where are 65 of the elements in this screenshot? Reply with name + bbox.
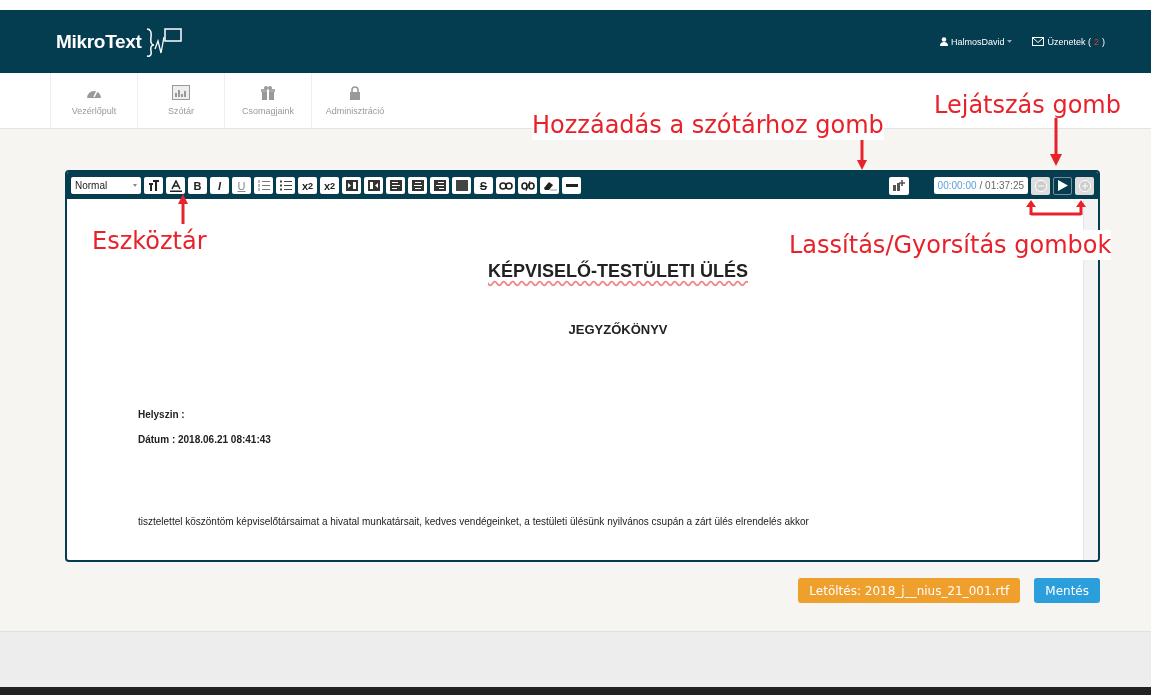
ol-button[interactable] [254, 177, 273, 194]
indent-button[interactable] [364, 177, 383, 194]
ul-icon [279, 180, 292, 191]
link-button[interactable] [496, 177, 515, 194]
right-icon [433, 180, 446, 191]
center-button[interactable] [408, 177, 427, 194]
caret-icon [133, 184, 137, 187]
chart-icon [172, 85, 190, 100]
gift-icon [261, 85, 275, 100]
document-field: Dátum : 2018.06.21 08:41:43 [138, 434, 1098, 445]
style-dropdown[interactable]: Normal [71, 177, 141, 194]
unlink-icon [520, 180, 535, 191]
fontsize-button[interactable] [144, 177, 163, 194]
eraser-icon [542, 180, 557, 191]
user-icon [939, 37, 948, 46]
play-button[interactable] [1053, 176, 1072, 195]
format-button[interactable]: B [188, 177, 207, 194]
outdent-button[interactable] [342, 177, 361, 194]
document-paragraph: tisztelettel köszöntöm képviselőtársaimat a hivatal munkatársait, kedves vendégeinket, a testületi ülésünk nyilvános csupán a zárt ülés elrendelés akkor [138, 516, 810, 527]
messages-link-end[interactable]: ) [1102, 36, 1105, 47]
callout-label: Eszköztár [92, 226, 207, 256]
callout-label: Lejátszás gomb [934, 90, 1121, 120]
textcolor-icon [169, 179, 182, 192]
caret-icon[interactable] [1007, 40, 1013, 43]
arrow-icon [1050, 118, 1062, 166]
unlink-button[interactable] [518, 177, 537, 194]
user-menu[interactable]: HalmosDavid [950, 36, 1005, 47]
play-icon [1057, 180, 1068, 191]
logo-text: MikroText [56, 30, 142, 53]
callout-label: Hozzáadás a szótárhoz gomb [532, 110, 884, 140]
envelope-icon [1032, 37, 1045, 46]
minus-icon [1034, 179, 1047, 192]
lock-icon [349, 85, 361, 100]
message-count: 2 [1094, 36, 1099, 47]
bracket-arrow-icon [1023, 200, 1089, 216]
document-title: KÉPVISELŐ-TESTÜLETI ÜLÉS [487, 261, 749, 282]
outdent-icon [345, 180, 358, 191]
messages-link[interactable]: Üzenetek ( [1047, 36, 1091, 47]
justify-button[interactable] [452, 177, 471, 194]
document-field: Helyszin : [138, 409, 1098, 420]
plus-icon [1078, 179, 1091, 192]
textcolor-button[interactable] [166, 177, 185, 194]
fontsize-icon [147, 180, 160, 191]
rule-button[interactable] [562, 177, 581, 194]
slow-down-button[interactable] [1031, 176, 1050, 195]
eraser-button[interactable] [540, 177, 559, 194]
format-button[interactable]: S [474, 177, 493, 194]
add-to-dictionary-button[interactable] [888, 176, 909, 195]
chart-plus-icon [892, 180, 905, 191]
callout-label: Lassítás/Gyorsítás gombok [789, 230, 1112, 260]
document-subtitle: JEGYZŐKÖNYV [567, 322, 669, 337]
time-display: 00:00:00 / 01:37:25 [933, 177, 1028, 194]
arrow-icon [178, 194, 188, 224]
format-button[interactable]: I [210, 177, 229, 194]
right-button[interactable] [430, 177, 449, 194]
format-button[interactable]: U [232, 177, 251, 194]
arrow-icon [857, 140, 867, 170]
left-button[interactable] [386, 177, 405, 194]
ul-button[interactable] [276, 177, 295, 194]
speed-up-button[interactable] [1075, 176, 1094, 195]
left-icon [389, 180, 402, 191]
center-icon [411, 180, 424, 191]
indent-icon [367, 180, 380, 191]
link-icon [498, 181, 513, 190]
ol-icon [257, 180, 270, 191]
